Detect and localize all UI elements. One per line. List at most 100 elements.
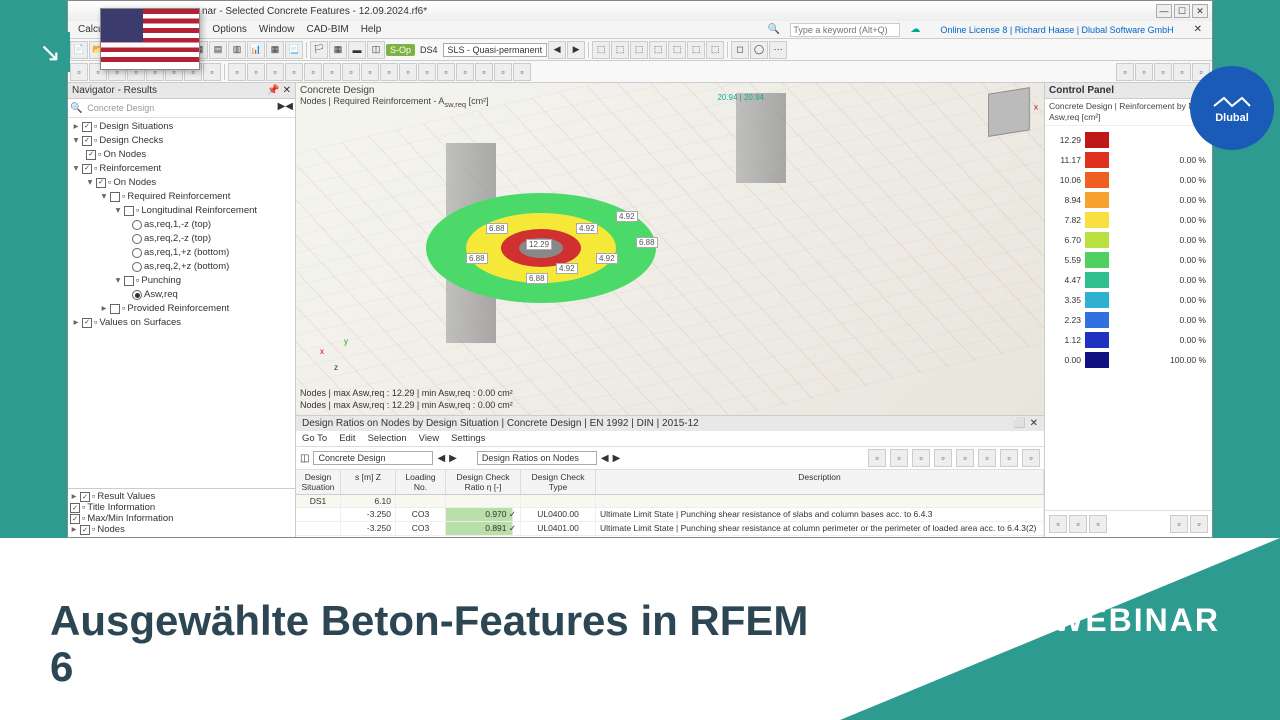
tree-provided-reinf[interactable]: ▸▫ Provided Reinforcement (70, 302, 293, 316)
tree-on-nodes-2[interactable]: ▾✓▫ On Nodes (70, 176, 293, 190)
tree-values-surfaces[interactable]: ▸✓▫ Values on Surfaces (70, 316, 293, 330)
rf-next2-icon[interactable]: ▶ (613, 453, 621, 464)
t2-14-icon[interactable]: ▫ (323, 63, 341, 81)
sphere-icon[interactable]: ◯ (750, 41, 768, 59)
t2-18-icon[interactable]: ▫ (399, 63, 417, 81)
tool-f-icon[interactable]: ⬚ (687, 41, 705, 59)
t2-8-icon[interactable]: ▫ (203, 63, 221, 81)
nav-title-info[interactable]: ✓▫ Title Information (70, 502, 293, 513)
t2-22-icon[interactable]: ▫ (475, 63, 493, 81)
next-icon[interactable]: ▶ (567, 41, 585, 59)
flag-icon[interactable]: 🏳 (310, 41, 328, 59)
report-icon[interactable]: 📃 (285, 41, 303, 59)
rt-tool7-icon[interactable]: ▫ (1000, 449, 1018, 467)
tree-reinforcement[interactable]: ▾✓▫ Reinforcement (70, 162, 293, 176)
t2-21-icon[interactable]: ▫ (456, 63, 474, 81)
tree-asw[interactable]: Asw,req (70, 288, 293, 302)
rt-tool1-icon[interactable]: ▫ (868, 449, 886, 467)
t2-12-icon[interactable]: ▫ (285, 63, 303, 81)
new-icon[interactable]: 📄 (70, 41, 88, 59)
calc-icon[interactable]: 📊 (247, 41, 265, 59)
tree-long-reinf[interactable]: ▾▫ Longitudinal Reinforcement (70, 204, 293, 218)
prev-icon[interactable]: ◀ (548, 41, 566, 59)
more-icon[interactable]: ⋯ (769, 41, 787, 59)
nav-nodes[interactable]: ▸✓▫ Nodes (70, 524, 293, 535)
t2-r1-icon[interactable]: ▫ (1116, 63, 1134, 81)
rm-view[interactable]: View (419, 433, 439, 444)
t2-13-icon[interactable]: ▫ (304, 63, 322, 81)
rt-tool8-icon[interactable]: ▫ (1022, 449, 1040, 467)
tree-r4[interactable]: as,req,2,+z (bottom) (70, 260, 293, 274)
tree-design-situations[interactable]: ▸✓▫ Design Situations (70, 120, 293, 134)
t2-r2-icon[interactable]: ▫ (1135, 63, 1153, 81)
t2-r4-icon[interactable]: ▫ (1173, 63, 1191, 81)
member-icon[interactable]: ▬ (348, 41, 366, 59)
menu-cadbim[interactable]: CAD-BIM (300, 24, 354, 35)
nav-prev-icon[interactable]: ◀ (285, 101, 293, 112)
menu-help[interactable]: Help (355, 24, 388, 35)
t2-15-icon[interactable]: ▫ (342, 63, 360, 81)
pin-icon[interactable]: 📌 ✕ (267, 85, 291, 96)
tree-punching[interactable]: ▾▫ Punching (70, 274, 293, 288)
tool-c-icon[interactable]: ⬚ (630, 41, 648, 59)
rm-settings[interactable]: Settings (451, 433, 485, 444)
close-panel-icon[interactable]: ✕ (1188, 24, 1208, 35)
results-restore-icon[interactable]: ⬜ (1013, 418, 1025, 429)
nav-result-values[interactable]: ▸✓▫ Result Values (70, 491, 293, 502)
t2-10-icon[interactable]: ▫ (247, 63, 265, 81)
ctrl-tool4-icon[interactable]: ▫ (1170, 515, 1188, 533)
rf-prev-icon[interactable]: ◀ (437, 453, 445, 464)
results-close-icon[interactable]: ✕ (1030, 418, 1038, 429)
ctrl-tool1-icon[interactable]: ▫ (1049, 515, 1067, 533)
rf-next-icon[interactable]: ▶ (449, 453, 457, 464)
view3-icon[interactable]: ▥ (228, 41, 246, 59)
results-combo-2[interactable]: Design Ratios on Nodes (477, 451, 597, 465)
tree-design-checks[interactable]: ▾✓▫ Design Checks (70, 134, 293, 148)
nav-next-icon[interactable]: ▶ (278, 101, 286, 112)
t2-23-icon[interactable]: ▫ (494, 63, 512, 81)
menu-window[interactable]: Window (253, 24, 301, 35)
table-row[interactable]: -3.250 CO3 0.891 ✓ UL0401.00 Ultimate Li… (296, 522, 1044, 536)
tree-r3[interactable]: as,req,1,+z (bottom) (70, 246, 293, 260)
rm-selection[interactable]: Selection (368, 433, 407, 444)
t2-24-icon[interactable]: ▫ (513, 63, 531, 81)
load-combo[interactable]: SLS - Quasi-permanent (443, 43, 548, 57)
rt-tool3-icon[interactable]: ▫ (912, 449, 930, 467)
viewport-3d[interactable]: Concrete Design Nodes | Required Reinfor… (296, 83, 1044, 415)
ctrl-tool5-icon[interactable]: ▫ (1190, 515, 1208, 533)
search-input[interactable] (790, 23, 900, 37)
tool-e-icon[interactable]: ⬚ (668, 41, 686, 59)
t2-9-icon[interactable]: ▫ (228, 63, 246, 81)
minimize-button[interactable]: — (1156, 4, 1172, 18)
t2-16-icon[interactable]: ▫ (361, 63, 379, 81)
tree-r1[interactable]: as,req,1,-z (top) (70, 218, 293, 232)
t2-11-icon[interactable]: ▫ (266, 63, 284, 81)
table-icon[interactable]: ▦ (266, 41, 284, 59)
nav-maxmin-info[interactable]: ✓▫ Max/Min Information (70, 513, 293, 524)
rf-prev2-icon[interactable]: ◀ (601, 453, 609, 464)
grid-icon[interactable]: ▦ (329, 41, 347, 59)
t2-17-icon[interactable]: ▫ (380, 63, 398, 81)
t2-1-icon[interactable]: ▫ (70, 63, 88, 81)
close-button[interactable]: ✕ (1192, 4, 1208, 18)
tree-on-nodes-1[interactable]: ✓▫ On Nodes (70, 148, 293, 162)
tool-d-icon[interactable]: ⬚ (649, 41, 667, 59)
ctrl-tool3-icon[interactable]: ▫ (1089, 515, 1107, 533)
table-row[interactable]: -3.250 CO3 0.970 ✓ UL0400.00 Ultimate Li… (296, 508, 1044, 522)
rm-goto[interactable]: Go To (302, 433, 327, 444)
maximize-button[interactable]: ☐ (1174, 4, 1190, 18)
rm-edit[interactable]: Edit (339, 433, 355, 444)
tool-b-icon[interactable]: ⬚ (611, 41, 629, 59)
t2-19-icon[interactable]: ▫ (418, 63, 436, 81)
tree-r2[interactable]: as,req,2,-z (top) (70, 232, 293, 246)
rt-tool4-icon[interactable]: ▫ (934, 449, 952, 467)
rt-tool2-icon[interactable]: ▫ (890, 449, 908, 467)
tool-g-icon[interactable]: ⬚ (706, 41, 724, 59)
t2-20-icon[interactable]: ▫ (437, 63, 455, 81)
results-combo-1[interactable]: Concrete Design (313, 451, 433, 465)
tool-a-icon[interactable]: ⬚ (592, 41, 610, 59)
menu-options[interactable]: Options (206, 24, 252, 35)
rt-tool5-icon[interactable]: ▫ (956, 449, 974, 467)
view2-icon[interactable]: ▤ (209, 41, 227, 59)
nav-filter-input[interactable] (85, 101, 245, 115)
